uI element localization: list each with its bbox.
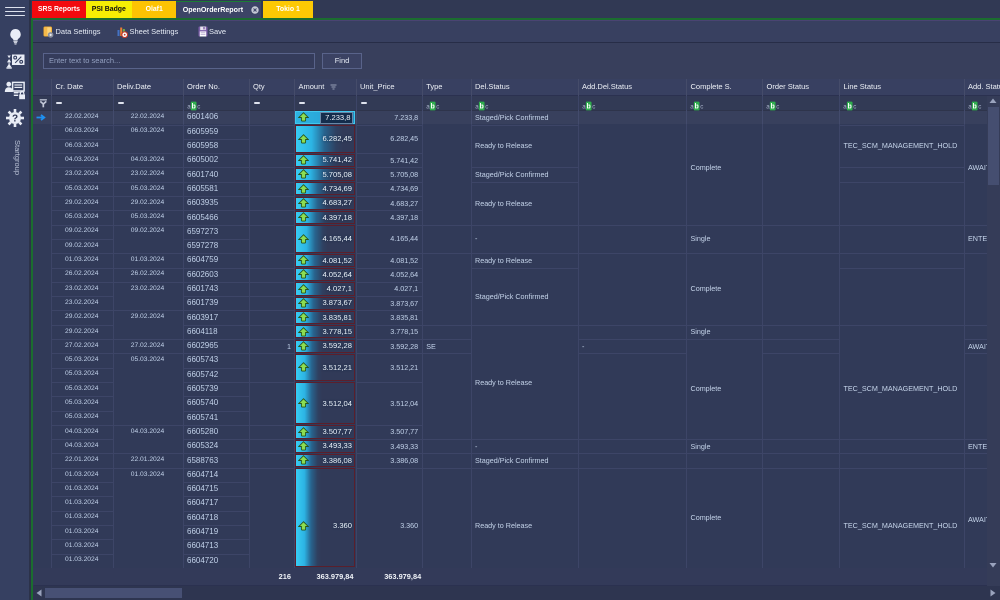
svg-text:?: ? (12, 114, 18, 125)
